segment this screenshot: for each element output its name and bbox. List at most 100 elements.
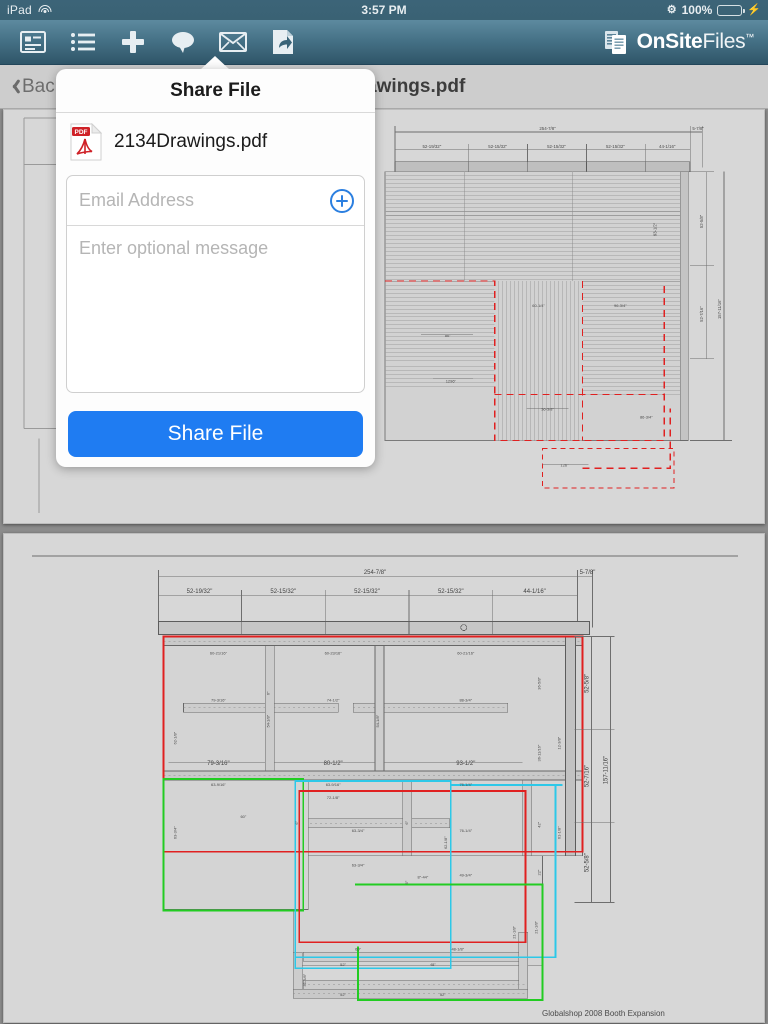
svg-text:88-3/4": 88-3/4" <box>459 697 472 702</box>
svg-text:52": 52" <box>340 992 346 997</box>
svg-text:52-5/8": 52-5/8" <box>584 853 590 872</box>
svg-text:52-7/16": 52-7/16" <box>699 306 704 322</box>
svg-text:63-3/4": 63-3/4" <box>352 863 365 868</box>
svg-text:42": 42" <box>537 821 542 827</box>
svg-text:52-15/32": 52-15/32" <box>488 144 507 149</box>
svg-text:52-15/32": 52-15/32" <box>438 589 464 595</box>
list-view-icon[interactable] <box>68 27 98 57</box>
svg-text:63-3/4": 63-3/4" <box>352 828 365 833</box>
svg-text:44-1/16": 44-1/16" <box>523 589 545 595</box>
svg-text:6": 6" <box>294 820 299 824</box>
svg-text:21-1/8": 21-1/8" <box>512 925 517 938</box>
logo-bold-text: OnSite <box>636 30 703 53</box>
message-input[interactable] <box>67 226 364 392</box>
svg-text:52-5/8": 52-5/8" <box>699 214 704 228</box>
svg-text:96-3/4": 96-3/4" <box>614 303 627 308</box>
svg-text:62-1/8": 62-1/8" <box>443 836 448 849</box>
share-document-icon[interactable] <box>268 27 298 57</box>
svg-text:157-11/16": 157-11/16" <box>717 299 722 319</box>
svg-text:62-1/8": 62-1/8" <box>173 731 178 744</box>
status-bar-time: 3:57 PM <box>361 3 407 17</box>
svg-text:52-15/32": 52-15/32" <box>354 589 380 595</box>
svg-text:52-19/32": 52-19/32" <box>422 144 441 149</box>
svg-text:36-11/16": 36-11/16" <box>537 744 542 761</box>
svg-text:52-15/32": 52-15/32" <box>606 144 625 149</box>
app-logo-text: OnSiteFiles™ <box>636 30 755 54</box>
battery-icon <box>717 4 746 16</box>
svg-text:6": 6" <box>404 820 409 824</box>
svg-text:52-15/32": 52-15/32" <box>270 589 296 595</box>
svg-text:63-9/16": 63-9/16" <box>326 782 341 787</box>
svg-text:86-3/4": 86-3/4" <box>640 415 653 420</box>
svg-text:126": 126" <box>561 462 570 467</box>
details-view-icon[interactable] <box>18 27 48 57</box>
svg-text:6": 6" <box>404 880 409 884</box>
svg-text:52": 52" <box>340 962 346 967</box>
share-file-button[interactable]: Share File <box>68 411 363 457</box>
popover-arrow <box>200 56 230 70</box>
status-bar-right: ⚙ 100% ⚡ <box>667 3 761 17</box>
drawing-caption: Globalshop 2008 Booth Expansion <box>542 1009 665 1018</box>
svg-text:60-21/16": 60-21/16" <box>457 651 475 656</box>
svg-text:52-5/8": 52-5/8" <box>584 674 590 693</box>
add-icon[interactable] <box>118 27 148 57</box>
svg-text:254-7/8": 254-7/8" <box>539 126 556 131</box>
ipad-screen: iPad 3:57 PM ⚙ 100% ⚡ OnSiteFiles™ Back … <box>0 0 768 1024</box>
popover-title: Share File <box>56 69 375 113</box>
svg-text:254-7/8": 254-7/8" <box>364 570 386 576</box>
wifi-icon <box>38 5 52 16</box>
svg-text:60": 60" <box>240 814 246 819</box>
email-input-row <box>67 176 364 226</box>
documents-icon <box>604 29 630 55</box>
svg-text:41-5/8": 41-5/8" <box>302 973 307 986</box>
svg-text:60": 60" <box>355 946 361 951</box>
toolbar-icon-group <box>0 20 298 64</box>
svg-text:157-11/16": 157-11/16" <box>603 756 609 785</box>
svg-text:52": 52" <box>440 992 446 997</box>
battery-percent: 100% <box>681 3 713 17</box>
svg-text:74-1/2": 74-1/2" <box>327 697 340 702</box>
logo-light-text: Files <box>702 30 746 53</box>
svg-text:60-1/4": 60-1/4" <box>532 303 545 308</box>
svg-text:44-1/16": 44-1/16" <box>659 144 676 149</box>
mail-icon[interactable] <box>218 27 248 57</box>
pdf-page-2: 254-7/8" 52-19/32" 52-15/32" 52-15/32" 5… <box>3 533 765 1023</box>
svg-text:49-3/4": 49-3/4" <box>459 873 472 878</box>
svg-text:63-3/4": 63-3/4" <box>173 826 178 839</box>
logo-trademark: ™ <box>745 32 754 42</box>
shared-file-row: PDF 2134Drawings.pdf <box>56 113 375 171</box>
svg-text:36-5/8": 36-5/8" <box>537 676 542 689</box>
svg-text:6": 6" <box>265 691 270 695</box>
app-toolbar: OnSiteFiles™ <box>0 20 768 65</box>
email-input[interactable] <box>79 190 324 211</box>
shared-file-name: 2134Drawings.pdf <box>114 131 268 152</box>
svg-text:60-21/16": 60-21/16" <box>210 651 228 656</box>
svg-text:5-7/8": 5-7/8" <box>580 570 596 576</box>
bluetooth-icon: ⚙ <box>666 3 677 16</box>
svg-text:76-1/4": 76-1/4" <box>459 782 472 787</box>
svg-text:86": 86" <box>445 333 451 338</box>
svg-text:60-23/16": 60-23/16" <box>325 651 343 656</box>
svg-text:54-1/8": 54-1/8" <box>265 714 270 727</box>
svg-text:48": 48" <box>430 962 436 967</box>
svg-text:93-1/2": 93-1/2" <box>652 222 657 236</box>
svg-text:48-1/8": 48-1/8" <box>451 946 464 951</box>
status-bar: iPad 3:57 PM ⚙ 100% ⚡ <box>0 0 768 20</box>
svg-text:52-7/16": 52-7/16" <box>584 765 590 787</box>
cad-drawing-booth-plan: 254-7/8" 52-19/32" 52-15/32" 52-15/32" 5… <box>4 534 764 1022</box>
share-file-popover: Share File PDF 2134Drawings.pdf Email Ad… <box>56 69 375 467</box>
chevron-left-icon <box>8 78 18 95</box>
svg-text:8"-44": 8"-44" <box>418 875 429 880</box>
comment-icon[interactable] <box>168 27 198 57</box>
svg-text:PDF: PDF <box>75 129 88 136</box>
svg-text:72-1/8": 72-1/8" <box>327 795 340 800</box>
svg-text:5-7/8": 5-7/8" <box>692 126 704 131</box>
svg-text:1296": 1296" <box>446 379 457 384</box>
svg-text:79-3/16": 79-3/16" <box>211 697 226 702</box>
svg-text:36-3/8": 36-3/8" <box>541 407 554 412</box>
svg-text:61-1/8": 61-1/8" <box>557 826 562 839</box>
svg-text:63-9/16": 63-9/16" <box>211 782 226 787</box>
plus-circle-icon[interactable] <box>330 188 354 213</box>
svg-text:52-19/32": 52-19/32" <box>187 589 213 595</box>
svg-text:76-1/4": 76-1/4" <box>459 828 472 833</box>
